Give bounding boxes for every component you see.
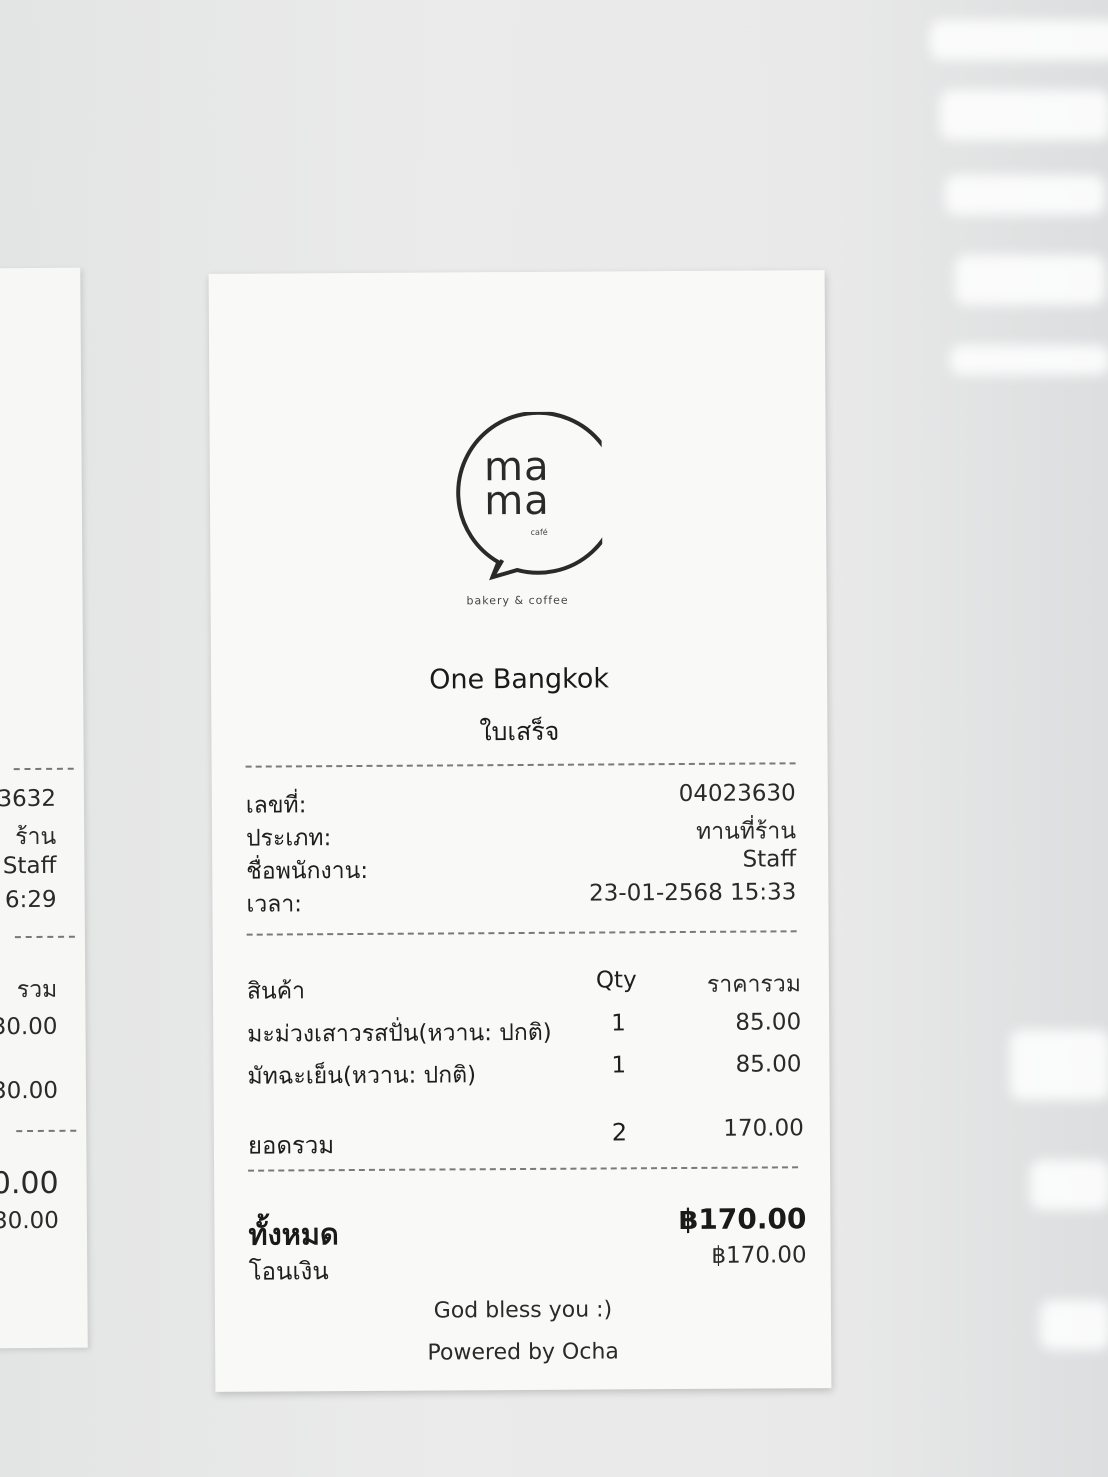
staff-name-value: Staff <box>742 846 797 873</box>
payment-method-label: โอนเงิน <box>248 1257 329 1286</box>
receipt-fragment: 6:29 <box>4 886 57 914</box>
column-total-header: ราคารวม <box>706 971 802 998</box>
logo-sub: café <box>530 527 548 537</box>
time-value: 23-01-2568 15:33 <box>589 879 797 907</box>
subtotal-total: 170.00 <box>723 1115 804 1142</box>
receipt-fragment: 0.00 <box>0 1165 59 1202</box>
column-item-header: สินค้า <box>246 978 306 1005</box>
glare <box>955 255 1105 305</box>
line-item-name: มัทฉะเย็น(หวาน: ปกติ) <box>247 1062 477 1090</box>
footer-message: God bless you :) <box>433 1297 613 1324</box>
partial-receipt: 3632 ร้าน Staff 6:29 รวม 30.00 30.00 0.0… <box>0 267 88 1349</box>
staff-name-label: ชื่อพนักงาน: <box>246 857 369 885</box>
order-type-value: ทานที่ร้าน <box>695 818 797 845</box>
receipt-fragment: 3632 <box>0 785 57 813</box>
logo-tagline: bakery & coffee <box>466 593 569 608</box>
powered-by: Powered by Ocha <box>427 1339 619 1366</box>
receipt: ma ma café bakery & coffee One Bangkok ใ… <box>208 270 832 1392</box>
glare <box>930 20 1108 60</box>
invoice-number-value: 04023630 <box>678 780 796 808</box>
glare <box>945 175 1105 215</box>
mama-cafe-logo: ma ma café bakery & coffee <box>431 410 621 612</box>
receipt-fragment: ร้าน <box>15 823 57 851</box>
glare <box>1010 1030 1108 1100</box>
glare <box>950 345 1108 375</box>
grand-total-value: ฿170.00 <box>678 1202 807 1237</box>
document-type: ใบเสร็จ <box>479 716 560 747</box>
receipt-fragment: 30.00 <box>0 1013 58 1041</box>
glare <box>1040 1300 1108 1350</box>
receipt-fragment: 30.00 <box>0 1207 59 1235</box>
glare <box>940 90 1108 140</box>
receipt-fragment: 30.00 <box>0 1077 59 1105</box>
line-item-name: มะม่วงเสาวรสปั่น(หวาน: ปกติ) <box>247 1019 552 1048</box>
order-type-label: ประเภท: <box>245 825 332 852</box>
receipt-fragment: รวม <box>16 976 58 1004</box>
invoice-number-label: เลขที่: <box>245 792 307 819</box>
subtotal-label: ยอดรวม <box>247 1131 335 1160</box>
glare <box>1030 1160 1108 1210</box>
subtotal-qty: 2 <box>611 1118 628 1147</box>
receipt-fragment: Staff <box>2 852 57 880</box>
payment-amount: ฿170.00 <box>711 1242 807 1269</box>
logo-line2: ma <box>484 477 550 525</box>
line-item-qty: 1 <box>611 1052 627 1079</box>
time-label: เวลา: <box>246 891 303 918</box>
line-item-qty: 1 <box>611 1010 626 1037</box>
line-item-total: 85.00 <box>735 1009 802 1036</box>
line-item-total: 85.00 <box>735 1051 802 1078</box>
branch-name: One Bangkok <box>429 663 610 696</box>
column-qty-header: Qty <box>595 967 637 994</box>
